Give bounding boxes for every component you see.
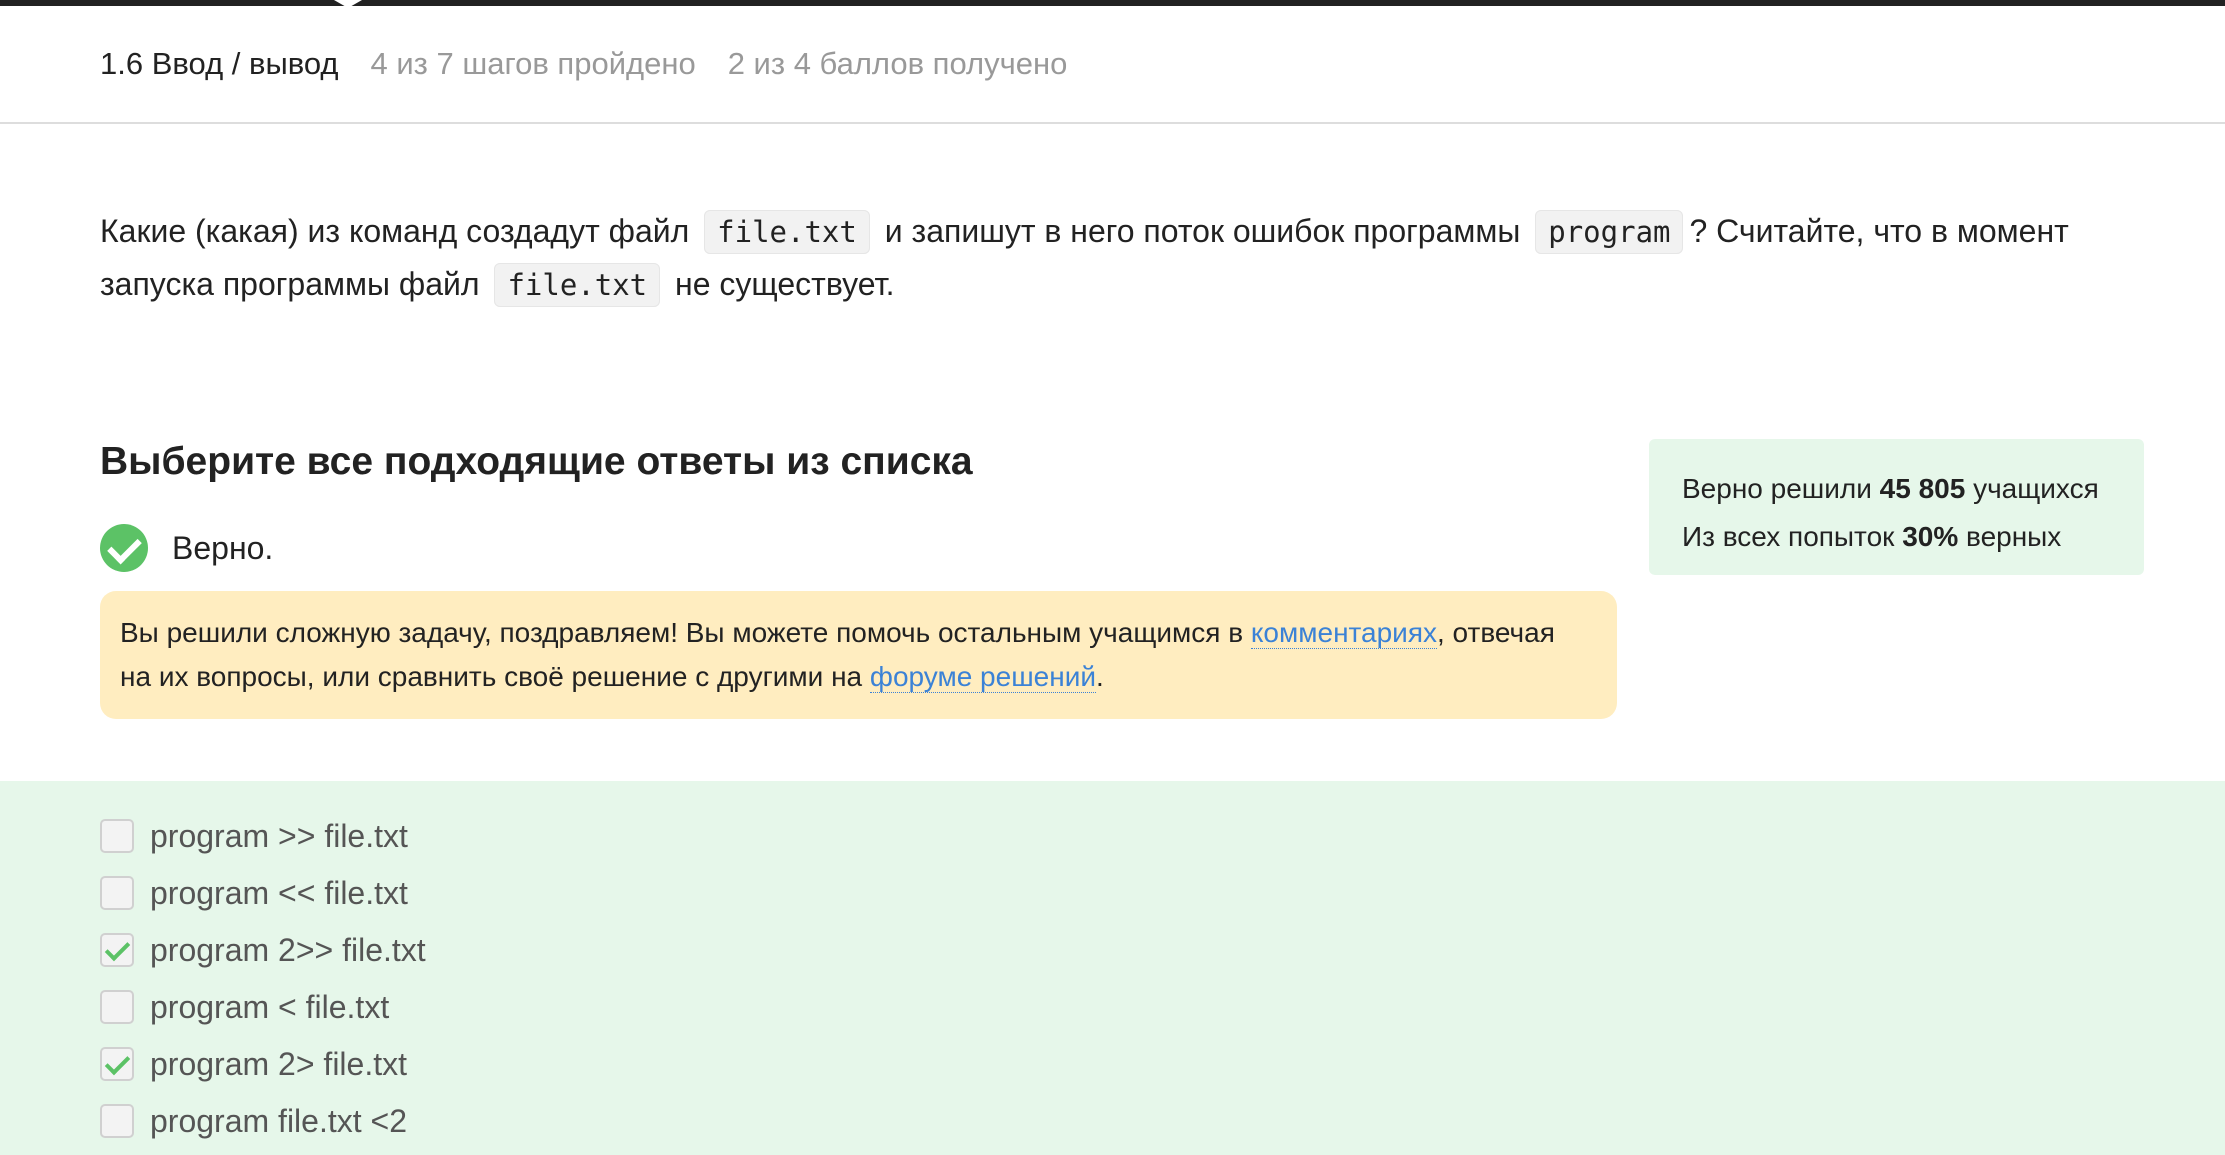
attempts-suffix: верных [1966,521,2062,552]
comments-link[interactable]: комментариях [1250,617,1437,649]
answer-options: program >> file.txt program << file.txt … [0,781,2225,1155]
option-label[interactable]: program < file.txt [150,989,389,1026]
solved-suffix: учащихся [1973,473,2099,504]
congrats-text: на их вопросы, или сравнить своё решение… [120,661,863,692]
step-page: 1.6 Ввод / вывод 4 из 7 шагов пройдено 2… [0,0,2225,1155]
option-label[interactable]: program 2>> file.txt [150,932,426,969]
question-part: ? Считайте, что в момент [1689,213,2069,249]
lesson-header: 1.6 Ввод / вывод 4 из 7 шагов пройдено 2… [0,6,2225,124]
option-checkbox[interactable] [100,1104,134,1138]
option-label[interactable]: program file.txt <2 [150,1103,407,1140]
answers-heading: Выберите все подходящие ответы из списка [100,440,973,483]
congrats-text: , отвечая [1437,617,1555,648]
attempts-percent: 30% [1902,521,1959,552]
option-checkbox[interactable] [100,990,134,1024]
option-checkbox[interactable] [100,933,134,967]
check-circle-icon [100,524,148,572]
question-part: и запишут в него поток ошибок программы [884,213,1521,249]
question-part: не существует. [675,266,895,302]
question-text: Какие (какая) из команд создадут файл fi… [100,205,2100,311]
option-checkbox[interactable] [100,1047,134,1081]
code-snippet: file.txt [494,263,661,307]
points-progress: 2 из 4 баллов получено [727,46,1068,81]
congrats-message: Вы решили сложную задачу, поздравляем! В… [100,591,1617,719]
answer-option[interactable]: program << file.txt [100,873,408,913]
stats-box: Верно решили 45 805 учащихся Из всех поп… [1649,439,2144,575]
solved-stat: Верно решили 45 805 учащихся [1682,465,2111,513]
steps-progress: 4 из 7 шагов пройдено [370,46,696,81]
solutions-forum-link[interactable]: форуме решений [869,661,1096,693]
answer-option[interactable]: program file.txt <2 [100,1101,407,1141]
question-part: Какие (какая) из команд создадут файл [100,213,690,249]
congrats-text: . [1095,661,1104,692]
option-checkbox[interactable] [100,819,134,853]
verdict-text: Верно. [172,529,274,566]
solved-prefix: Верно решили [1682,473,1872,504]
option-label[interactable]: program 2> file.txt [150,1046,407,1083]
question-part: запуска программы файл [100,266,480,302]
answer-option[interactable]: program 2> file.txt [100,1044,407,1084]
attempts-prefix: Из всех попыток [1682,521,1895,552]
verdict: Верно. [100,524,273,572]
answer-option[interactable]: program < file.txt [100,987,389,1027]
answer-option[interactable]: program >> file.txt [100,816,408,856]
code-snippet: program [1535,210,1684,254]
option-checkbox[interactable] [100,876,134,910]
solved-count: 45 805 [1879,473,1966,504]
attempts-stat: Из всех попыток 30% верных [1682,513,2111,561]
option-label[interactable]: program << file.txt [150,875,408,912]
option-label[interactable]: program >> file.txt [150,818,408,855]
congrats-text: Вы решили сложную задачу, поздравляем! В… [120,617,1244,648]
code-snippet: file.txt [704,210,870,254]
lesson-title[interactable]: 1.6 Ввод / вывод [100,46,339,82]
answer-option[interactable]: program 2>> file.txt [100,930,426,970]
